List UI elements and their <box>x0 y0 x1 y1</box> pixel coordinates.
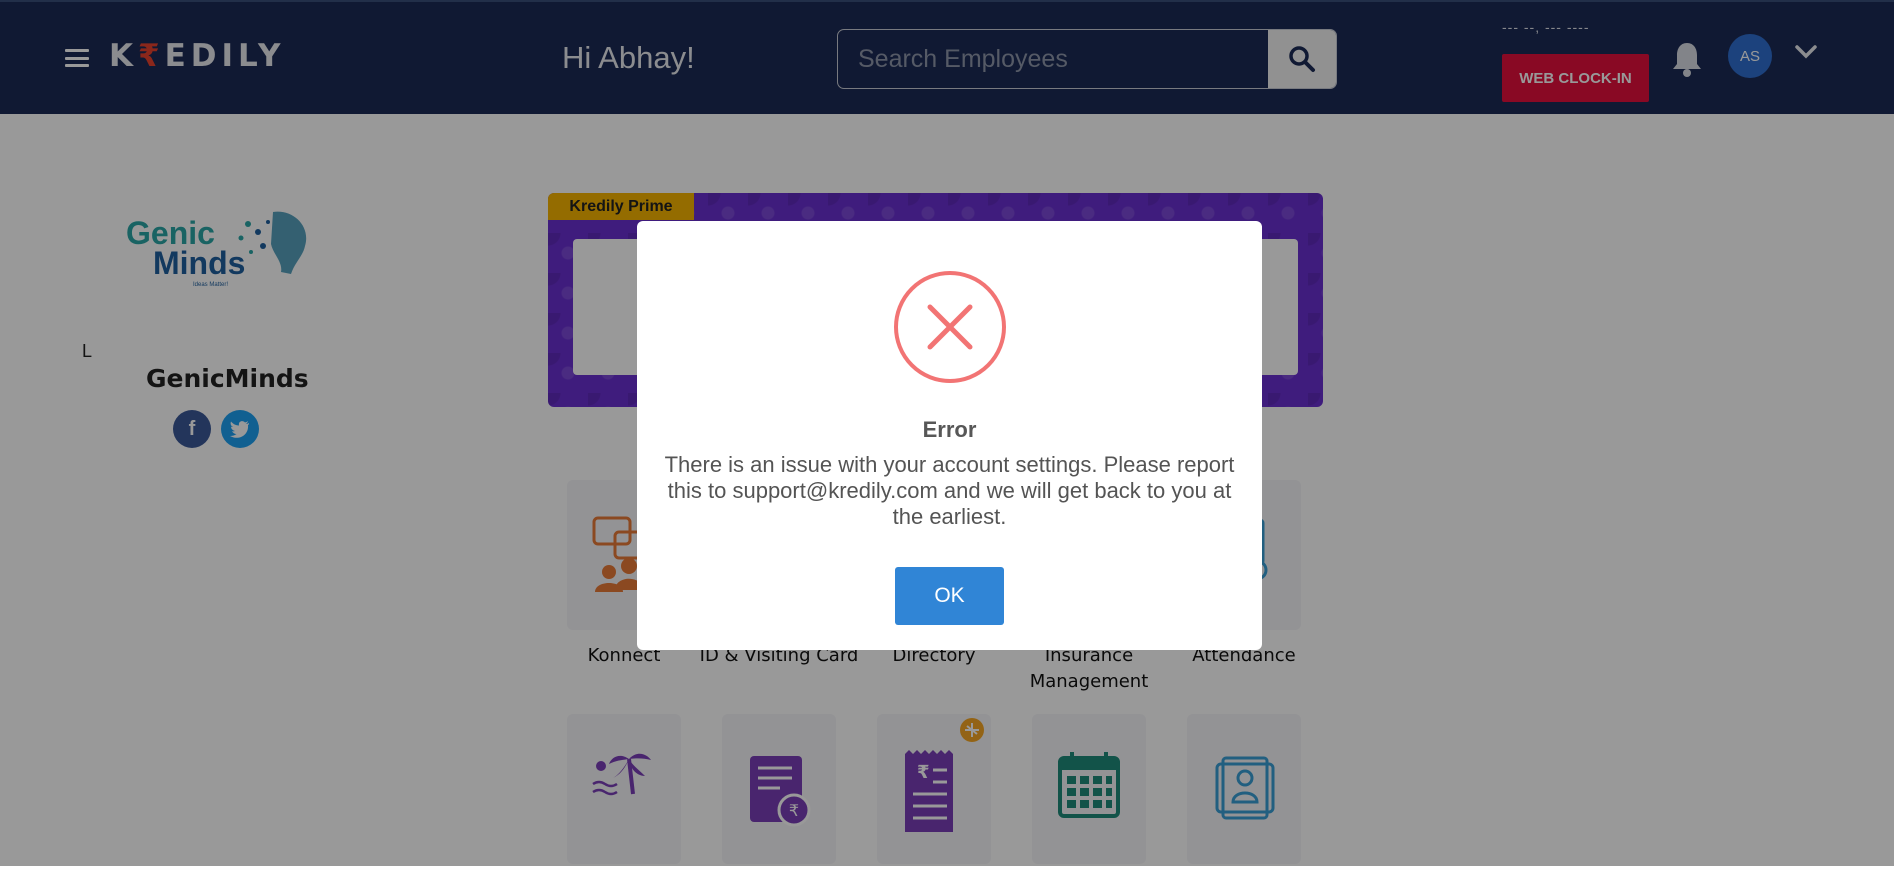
dialog-message: There is an issue with your account sett… <box>664 452 1235 529</box>
error-dialog: Error There is an issue with your accoun… <box>637 221 1262 650</box>
error-x-icon <box>894 271 1006 383</box>
dialog-title: Error <box>922 417 977 442</box>
ok-button[interactable]: OK <box>895 567 1004 625</box>
